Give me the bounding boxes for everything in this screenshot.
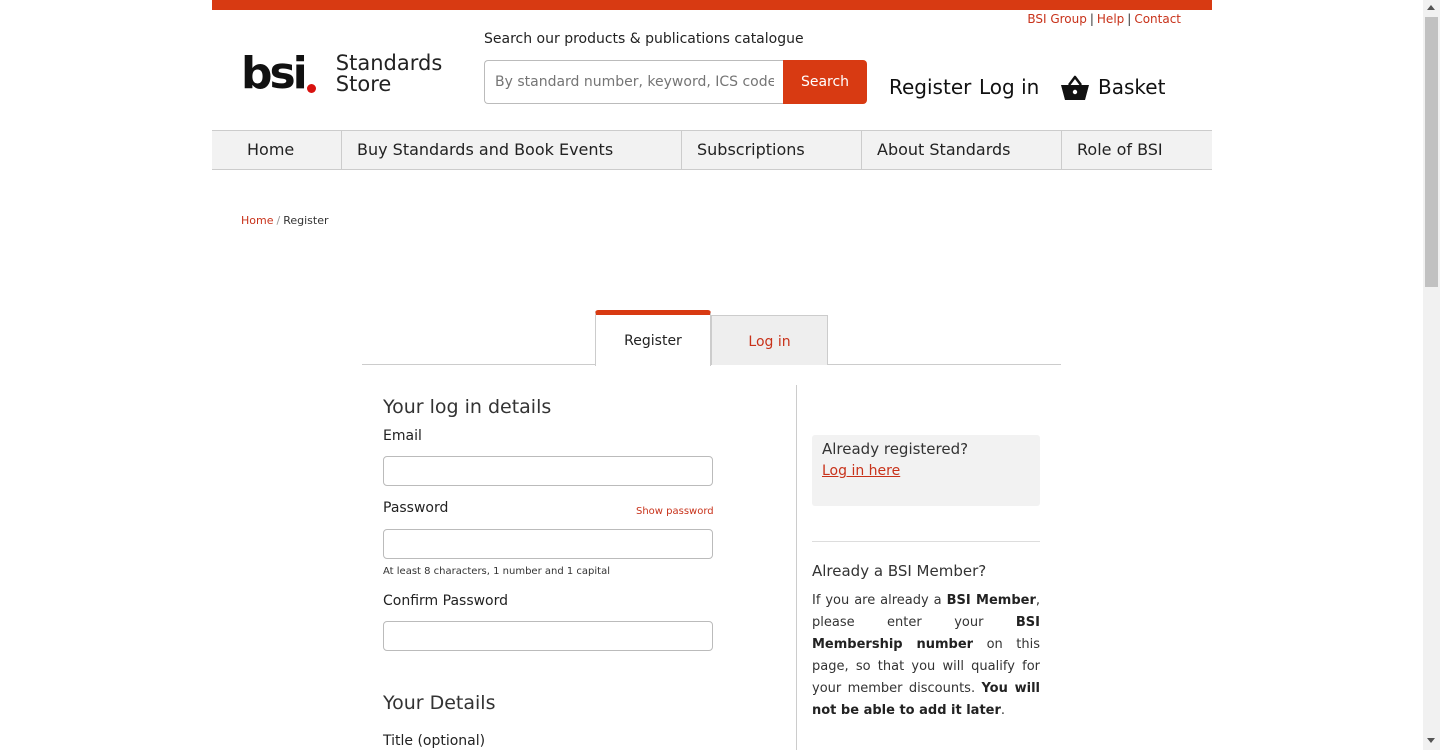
util-separator: | [1089, 12, 1094, 26]
top-accent-bar [212, 0, 1212, 10]
main-nav: Home Buy Standards and Book Events Subsc… [212, 130, 1212, 170]
sidebar-divider [812, 541, 1040, 542]
search-label: Search our products & publications catal… [484, 31, 804, 47]
tab-login[interactable]: Log in [711, 315, 828, 365]
confirm-password-field[interactable] [383, 621, 713, 651]
bsi-group-link[interactable]: BSI Group [1027, 12, 1087, 26]
email-label: Email [383, 428, 422, 444]
member-text-part: If you are already a [812, 593, 947, 608]
nav-home[interactable]: Home [212, 131, 342, 169]
already-registered-title: Already registered? [822, 440, 969, 458]
contact-link[interactable]: Contact [1134, 12, 1181, 26]
login-details-title: Your log in details [383, 396, 552, 418]
member-text-part: . [1000, 703, 1006, 718]
nav-about-standards[interactable]: About Standards [862, 131, 1062, 169]
title-label: Title (optional) [383, 733, 486, 749]
email-field[interactable] [383, 456, 713, 486]
search-button[interactable]: Search [783, 60, 867, 104]
search-input[interactable] [484, 60, 784, 104]
logo-text: Standards Store [336, 53, 442, 95]
logo-line-1: Standards [335, 51, 443, 75]
breadcrumb: Home / Register [241, 214, 329, 227]
scroll-up-arrow-icon[interactable] [1427, 5, 1435, 10]
nav-buy-standards[interactable]: Buy Standards and Book Events [342, 131, 682, 169]
nav-subscriptions[interactable]: Subscriptions [682, 131, 862, 169]
bsi-logo[interactable]: bsi Standards Store [241, 52, 442, 96]
already-registered-box: Already registered? Log in here [812, 435, 1040, 506]
header-register-link[interactable]: Register [889, 75, 971, 99]
member-text-bold: BSI Member [946, 593, 1036, 608]
logo-dot [306, 84, 316, 93]
password-hint: At least 8 characters, 1 number and 1 ca… [383, 566, 610, 577]
scroll-down-arrow-icon[interactable] [1427, 738, 1435, 743]
header-login-link[interactable]: Log in [979, 75, 1039, 99]
breadcrumb-home[interactable]: Home [241, 214, 273, 227]
breadcrumb-separator: / [276, 214, 281, 227]
login-here-link[interactable]: Log in here [822, 463, 1030, 479]
breadcrumb-current: Register [283, 214, 329, 227]
utility-links: BSI Group | Help | Contact [1027, 12, 1181, 26]
member-text: If you are already a BSI Member, please … [812, 590, 1040, 722]
logo-line-2: Store [335, 72, 392, 96]
password-label: Password [383, 500, 449, 516]
column-divider [796, 385, 797, 750]
your-details-title: Your Details [383, 692, 496, 714]
basket-icon[interactable] [1060, 74, 1090, 102]
header-basket-link[interactable]: Basket [1098, 75, 1165, 99]
scroll-thumb[interactable] [1425, 17, 1438, 287]
logo-mark: bsi [241, 48, 308, 99]
show-password-link[interactable]: Show password [636, 506, 714, 517]
password-field[interactable] [383, 529, 713, 559]
help-link[interactable]: Help [1097, 12, 1124, 26]
page-scrollbar[interactable] [1423, 0, 1440, 750]
util-separator: | [1127, 12, 1132, 26]
nav-role-of-bsi[interactable]: Role of BSI [1062, 131, 1212, 169]
confirm-password-label: Confirm Password [383, 593, 509, 609]
tab-register[interactable]: Register [595, 310, 711, 366]
member-title: Already a BSI Member? [812, 562, 987, 580]
